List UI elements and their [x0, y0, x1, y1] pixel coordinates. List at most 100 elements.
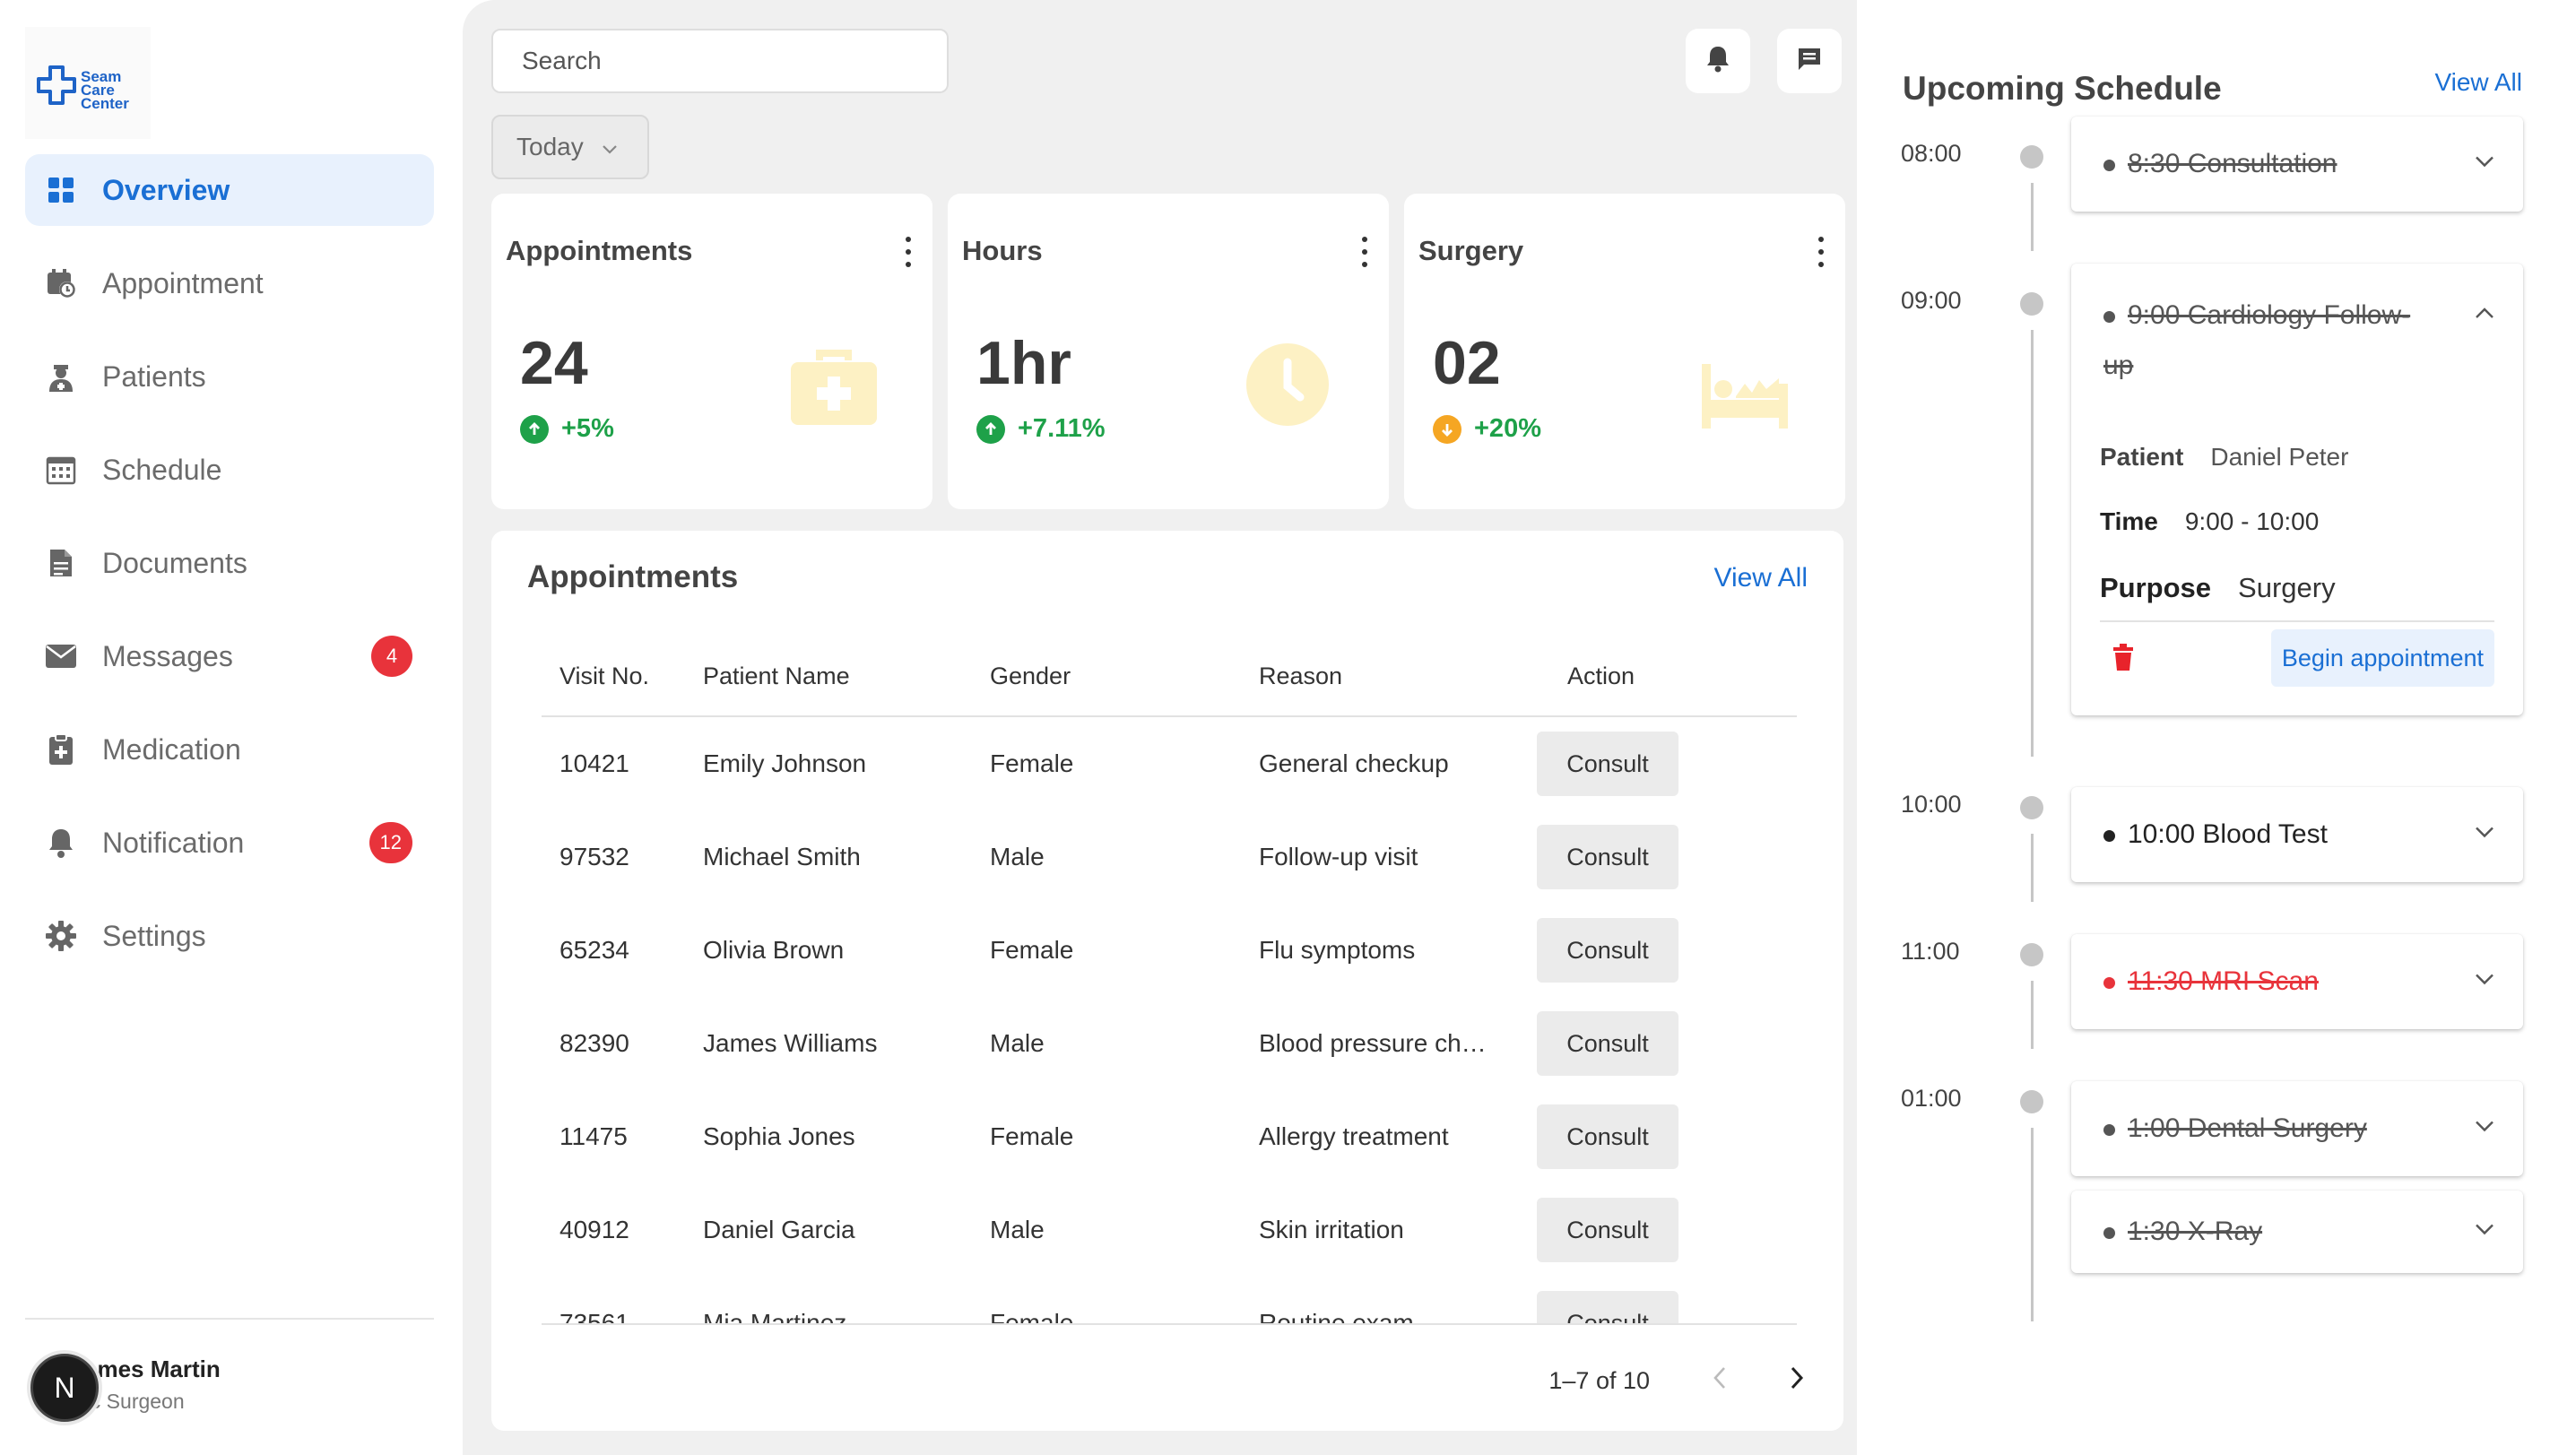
reason: Flu symptoms	[1259, 936, 1416, 964]
grid-icon	[45, 174, 77, 206]
visit-number: 82390	[559, 1029, 629, 1057]
sidebar-item-patients[interactable]: Patients	[25, 341, 434, 412]
chevron-down-icon[interactable]	[2475, 827, 2494, 844]
sidebar-item-overview[interactable]: Overview	[25, 154, 434, 226]
sidebar-item-notification[interactable]: Notification 12	[25, 807, 434, 879]
envelope-icon	[45, 640, 77, 672]
sidebar-item-appointment[interactable]: Appointment	[25, 247, 434, 319]
sidebar-item-messages[interactable]: Messages 4	[25, 620, 434, 692]
notification-badge: 12	[369, 822, 412, 863]
view-all-schedule-link[interactable]: View All	[2434, 68, 2522, 97]
patient-name: Sophia Jones	[703, 1122, 855, 1150]
stat-title: Appointments	[506, 235, 693, 266]
stat-title: Hours	[962, 235, 1043, 266]
clock-icon	[1245, 342, 1330, 431]
unread-badge: 4	[371, 636, 412, 677]
chevron-right-icon[interactable]	[1790, 1366, 1804, 1396]
date-filter-select[interactable]: Today	[491, 115, 649, 179]
consult-button[interactable]: Consult	[1537, 1104, 1678, 1169]
sidebar-item-medication[interactable]: Medication	[25, 714, 434, 785]
sidebar: Seam Care Center Overview Appointment Pa…	[0, 0, 457, 1455]
consult-button[interactable]: Consult	[1537, 1011, 1678, 1076]
patient-name: James Williams	[703, 1029, 878, 1057]
chevron-up-icon[interactable]	[2475, 290, 2494, 341]
stat-change: +20%	[1433, 414, 1541, 444]
patient-name: Mia Martinez	[703, 1309, 847, 1325]
sidebar-item-label: Messages	[102, 639, 233, 672]
timeline-line	[2031, 834, 2034, 902]
divider	[2100, 620, 2494, 622]
schedule-item[interactable]: 1:30 X-Ray	[2071, 1191, 2523, 1273]
patient-name: Olivia Brown	[703, 936, 845, 964]
schedule-item[interactable]: 8:30 Consultation	[2071, 117, 2523, 212]
search-input[interactable]: Search	[491, 29, 949, 93]
notifications-button[interactable]	[1686, 29, 1750, 93]
chevron-down-icon[interactable]	[2475, 156, 2494, 173]
visit-number: 11475	[559, 1122, 628, 1150]
chat-icon	[1796, 46, 1823, 77]
timeline-line	[2031, 1128, 2034, 1321]
pagination-range: 1–7 of 10	[1548, 1367, 1650, 1394]
schedule-item-text: 8:30 Consultation	[2103, 149, 2337, 179]
more-vertical-icon[interactable]	[1360, 237, 1369, 267]
trash-icon[interactable]	[2112, 644, 2134, 675]
schedule-item-text: 9:00 Cardiology Follow-up	[2103, 300, 2411, 380]
consult-button[interactable]: Consult	[1537, 825, 1678, 889]
sidebar-item-settings[interactable]: Settings	[25, 900, 434, 972]
more-vertical-icon[interactable]	[1817, 237, 1826, 267]
sidebar-item-schedule[interactable]: Schedule	[25, 434, 434, 506]
schedule-item-text: 11:30 MRI Scan	[2103, 966, 2319, 997]
table-row: 11475 Sophia Jones Female Allergy treatm…	[542, 1090, 1797, 1183]
user-name: ames Martin	[84, 1355, 221, 1382]
chevron-left-icon[interactable]	[1713, 1366, 1727, 1396]
stat-value: 02	[1433, 329, 1501, 397]
column-header[interactable]: Gender	[990, 663, 1259, 690]
consult-button[interactable]: Consult	[1537, 732, 1678, 796]
sidebar-item-documents[interactable]: Documents	[25, 527, 434, 599]
table-header: Visit No. Patient Name Gender Reason Act…	[542, 637, 1797, 717]
stat-card-appointments: Appointments 24 +5%	[491, 194, 932, 509]
column-header[interactable]: Visit No.	[542, 663, 703, 690]
schedule-item[interactable]: 1:00 Dental Surgery	[2071, 1081, 2523, 1176]
consult-button[interactable]: Consult	[1537, 1198, 1678, 1262]
time-label: 09:00	[1901, 287, 1962, 314]
patient-name: Daniel Garcia	[703, 1216, 855, 1243]
schedule-item[interactable]: 10:00 Blood Test	[2071, 787, 2523, 882]
detail-purpose: Purpose Surgery	[2100, 572, 2336, 603]
gender: Male	[990, 1216, 1045, 1243]
messages-button[interactable]	[1777, 29, 1842, 93]
consult-button[interactable]: Consult	[1537, 918, 1678, 983]
sidebar-item-label: Notification	[102, 826, 245, 859]
document-icon	[45, 547, 77, 579]
stat-value: 24	[520, 329, 588, 397]
chevron-down-icon[interactable]	[2475, 1121, 2494, 1138]
column-header[interactable]: Reason	[1259, 663, 1492, 690]
schedule-item-expanded[interactable]: 9:00 Cardiology Follow-up Patient Daniel …	[2071, 264, 2523, 715]
sidebar-divider	[25, 1318, 434, 1320]
table-body: 10421 Emily Johnson Female General check…	[542, 717, 1797, 1325]
view-all-appointments-link[interactable]: View All	[1713, 563, 1808, 593]
more-vertical-icon[interactable]	[904, 237, 913, 267]
stat-title: Surgery	[1418, 235, 1524, 266]
visit-number: 65234	[559, 936, 629, 964]
chevron-down-icon[interactable]	[2475, 1224, 2494, 1241]
main-content: Search Today Appointments 24 +5% Hours 1…	[463, 0, 1857, 1455]
visit-number: 97532	[559, 843, 629, 870]
timeline-dot	[2020, 1090, 2043, 1113]
avatar[interactable]: N	[30, 1354, 99, 1422]
pagination: 1–7 of 10	[1548, 1366, 1804, 1396]
sidebar-item-label: Settings	[102, 919, 206, 952]
column-header[interactable]: Patient Name	[703, 663, 990, 690]
chevron-down-icon[interactable]	[2475, 974, 2494, 991]
stat-change: +7.11%	[976, 414, 1106, 444]
consult-button[interactable]: Consult	[1537, 1291, 1678, 1323]
logo[interactable]: Seam Care Center	[25, 27, 151, 139]
detail-time: Time 9:00 - 10:00	[2100, 507, 2320, 535]
user-profile[interactable]: ames Martin ac Surgeon N	[25, 1345, 434, 1425]
logo-text: Seam Care Center	[81, 68, 129, 112]
table-row: 82390 James Williams Male Blood pressure…	[542, 997, 1797, 1090]
reason: Blood pressure ch…	[1259, 1029, 1487, 1057]
begin-appointment-button[interactable]: Begin appointment	[2270, 629, 2494, 687]
schedule-item[interactable]: 11:30 MRI Scan	[2071, 934, 2523, 1029]
stat-card-hours: Hours 1hr +7.11%	[948, 194, 1389, 509]
